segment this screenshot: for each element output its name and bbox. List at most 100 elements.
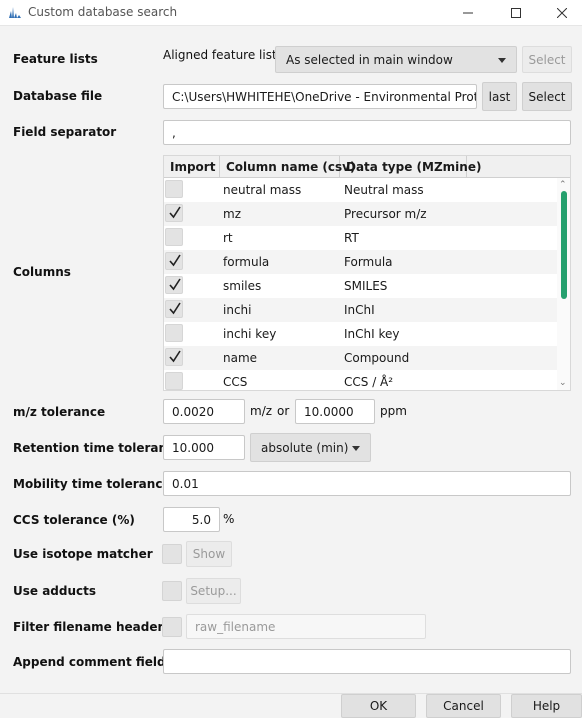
column-name-cell[interactable]: rt	[223, 226, 233, 250]
database-file-label: Database file	[13, 89, 103, 103]
import-checkbox[interactable]	[165, 180, 183, 198]
maximize-button[interactable]	[496, 0, 536, 26]
import-checkbox[interactable]	[165, 324, 183, 342]
isotope-matcher-checkbox[interactable]	[162, 544, 182, 564]
filter-filename-label: Filter filename header	[13, 620, 164, 634]
data-type-cell[interactable]: InChI	[344, 298, 375, 322]
column-name-cell[interactable]: formula	[223, 250, 269, 274]
table-row[interactable]: inchi key InChI key	[164, 322, 558, 346]
field-separator-input[interactable]: ,	[163, 120, 571, 145]
last-file-button[interactable]: last	[482, 82, 517, 111]
ccs-tolerance-label: CCS tolerance (%)	[13, 513, 135, 527]
import-checkbox[interactable]	[165, 204, 183, 222]
table-row[interactable]: mz Precursor m/z	[164, 202, 558, 226]
table-row[interactable]: rt RT	[164, 226, 558, 250]
table-row[interactable]: smiles SMILES	[164, 274, 558, 298]
column-name-cell[interactable]: neutral mass	[223, 178, 301, 202]
close-button[interactable]	[542, 0, 582, 26]
ccs-unit-label: %	[223, 512, 235, 526]
feature-list-select-button[interactable]: Select	[522, 46, 572, 73]
import-checkbox[interactable]	[165, 252, 183, 270]
checkmark-icon	[169, 254, 181, 267]
mz-unit-label: m/z	[250, 404, 273, 418]
column-name-cell[interactable]: inchi key	[223, 322, 276, 346]
data-type-cell[interactable]: InChI key	[344, 322, 400, 346]
vertical-scrollbar[interactable]: ⌃ ⌄	[557, 178, 570, 390]
rt-tolerance-label: Retention time tolerance	[13, 441, 183, 455]
rt-tolerance-input[interactable]: 10.000	[163, 435, 245, 460]
data-type-cell[interactable]: RT	[344, 226, 359, 250]
adducts-setup-button[interactable]: Setup...	[186, 578, 241, 604]
mz-tolerance-input[interactable]: 0.0020	[163, 399, 245, 424]
feature-lists-label: Feature lists	[13, 52, 98, 66]
checkmark-icon	[169, 350, 181, 363]
column-name-cell[interactable]: CCS	[223, 370, 247, 390]
scrollbar-thumb[interactable]	[561, 191, 567, 299]
feature-list-type-label: Aligned feature list...	[163, 48, 289, 62]
isotope-matcher-label: Use isotope matcher	[13, 547, 153, 561]
filter-filename-checkbox[interactable]	[162, 617, 182, 637]
header-data-type[interactable]: Data type (MZmine)	[340, 156, 481, 178]
checkmark-icon	[169, 278, 181, 291]
table-row[interactable]: neutral mass Neutral mass	[164, 178, 558, 202]
checkmark-icon	[169, 206, 181, 219]
append-comment-label: Append comment fields	[13, 655, 173, 669]
ok-button[interactable]: OK	[341, 694, 416, 718]
import-checkbox[interactable]	[165, 348, 183, 366]
import-checkbox[interactable]	[165, 300, 183, 318]
table-row[interactable]: formula Formula	[164, 250, 558, 274]
table-row[interactable]: inchi InChI	[164, 298, 558, 322]
mobility-tolerance-input[interactable]: 0.01	[163, 471, 571, 496]
minimize-button[interactable]	[448, 0, 488, 26]
title-bar: Custom database search	[0, 0, 582, 26]
append-comment-input[interactable]	[163, 649, 571, 674]
adducts-label: Use adducts	[13, 584, 97, 598]
chevron-down-icon	[352, 445, 360, 451]
close-icon	[557, 8, 567, 18]
ppm-unit-label: ppm	[380, 404, 407, 418]
checkmark-icon	[169, 302, 181, 315]
feature-list-selection-dropdown[interactable]: As selected in main window	[275, 46, 517, 73]
cancel-button[interactable]: Cancel	[426, 694, 501, 718]
help-button[interactable]: Help	[511, 694, 582, 718]
data-type-cell[interactable]: Compound	[344, 346, 409, 370]
data-type-cell[interactable]: SMILES	[344, 274, 387, 298]
data-type-cell[interactable]: Precursor m/z	[344, 202, 427, 226]
columns-label: Columns	[13, 265, 71, 279]
header-column-name[interactable]: Column name (csv)	[220, 156, 355, 178]
minimize-icon	[463, 12, 473, 14]
adducts-checkbox[interactable]	[162, 581, 182, 601]
column-name-cell[interactable]: inchi	[223, 298, 251, 322]
field-separator-label: Field separator	[13, 125, 117, 139]
rt-tolerance-mode-value: absolute (min)	[261, 440, 349, 455]
table-row[interactable]: name Compound	[164, 346, 558, 370]
rt-tolerance-mode-dropdown[interactable]: absolute (min)	[250, 433, 371, 462]
ccs-tolerance-input[interactable]: 5.0	[163, 507, 220, 532]
isotope-show-button[interactable]: Show	[186, 541, 232, 567]
import-checkbox[interactable]	[165, 228, 183, 246]
data-type-cell[interactable]: CCS / Å²	[344, 370, 393, 390]
table-row[interactable]: CCS CCS / Å²	[164, 370, 558, 390]
scroll-down-icon[interactable]: ⌄	[559, 378, 567, 388]
window-title: Custom database search	[28, 5, 178, 19]
database-file-select-button[interactable]: Select	[522, 82, 572, 111]
chevron-down-icon	[498, 57, 506, 63]
header-import[interactable]: Import	[164, 156, 220, 178]
ppm-tolerance-input[interactable]: 10.0000	[295, 399, 375, 424]
database-file-path-field[interactable]: C:\Users\HWHITEHE\OneDrive - Environment…	[163, 84, 477, 109]
import-checkbox[interactable]	[165, 372, 183, 390]
scroll-up-icon[interactable]: ⌃	[559, 180, 567, 190]
import-checkbox[interactable]	[165, 276, 183, 294]
data-type-cell[interactable]: Formula	[344, 250, 393, 274]
maximize-icon	[511, 8, 521, 18]
table-header: Import Column name (csv) Data type (MZmi…	[164, 156, 570, 178]
or-label: or	[277, 404, 290, 418]
data-type-cell[interactable]: Neutral mass	[344, 178, 424, 202]
app-icon	[9, 7, 21, 18]
column-name-cell[interactable]: name	[223, 346, 257, 370]
mz-tolerance-label: m/z tolerance	[13, 405, 106, 419]
filter-filename-input[interactable]: raw_filename	[186, 614, 426, 639]
columns-table: Import Column name (csv) Data type (MZmi…	[163, 155, 571, 391]
column-name-cell[interactable]: smiles	[223, 274, 261, 298]
column-name-cell[interactable]: mz	[223, 202, 241, 226]
